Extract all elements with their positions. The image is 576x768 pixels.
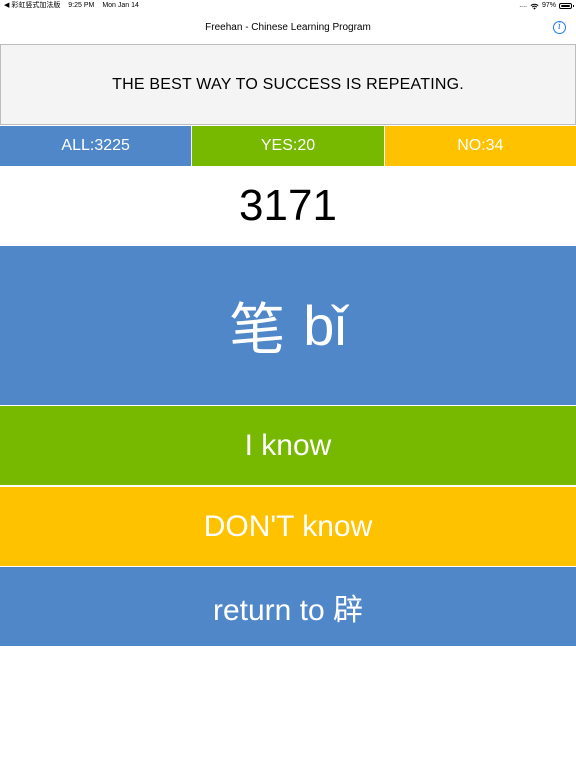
motto-banner: THE BEST WAY TO SUCCESS IS REPEATING. bbox=[0, 44, 576, 125]
multitask-dots: .... bbox=[519, 2, 527, 9]
status-right: .... 97% bbox=[519, 0, 574, 12]
stats-bar: ALL:3225 YES:20 NO:34 bbox=[0, 126, 576, 166]
status-date: Mon Jan 14 bbox=[102, 2, 139, 9]
empty-area bbox=[0, 647, 576, 768]
navigation-bar: Freehan - Chinese Learning Program i bbox=[0, 12, 576, 44]
flashcard-hanzi: 笔 bbox=[229, 298, 286, 363]
return-button[interactable]: return to 辟 bbox=[0, 567, 576, 646]
status-time: 9:25 PM bbox=[68, 2, 95, 9]
info-icon[interactable]: i bbox=[553, 21, 566, 34]
battery-percent: 97% bbox=[541, 2, 556, 9]
i-know-button[interactable]: I know bbox=[0, 406, 576, 485]
status-bar: ◀ 彩虹竖式加法版 9:25 PM Mon Jan 14 .... 97% bbox=[0, 0, 576, 12]
wifi-icon bbox=[530, 3, 539, 10]
stat-all: ALL:3225 bbox=[0, 126, 192, 166]
battery-icon bbox=[559, 3, 574, 9]
status-left: ◀ 彩虹竖式加法版 9:25 PM Mon Jan 14 bbox=[4, 0, 145, 12]
dont-know-button[interactable]: DON'T know bbox=[0, 487, 576, 566]
stat-no: NO:34 bbox=[383, 126, 576, 166]
page-title: Freehan - Chinese Learning Program bbox=[205, 22, 371, 33]
back-to-app-link[interactable]: ◀ 彩虹竖式加法版 bbox=[4, 2, 60, 9]
flashcard-pinyin: bǐ bbox=[303, 294, 347, 357]
remaining-counter: 3171 bbox=[239, 181, 337, 230]
stat-yes: YES:20 bbox=[191, 126, 384, 166]
flashcard: 笔 bǐ bbox=[0, 246, 576, 405]
